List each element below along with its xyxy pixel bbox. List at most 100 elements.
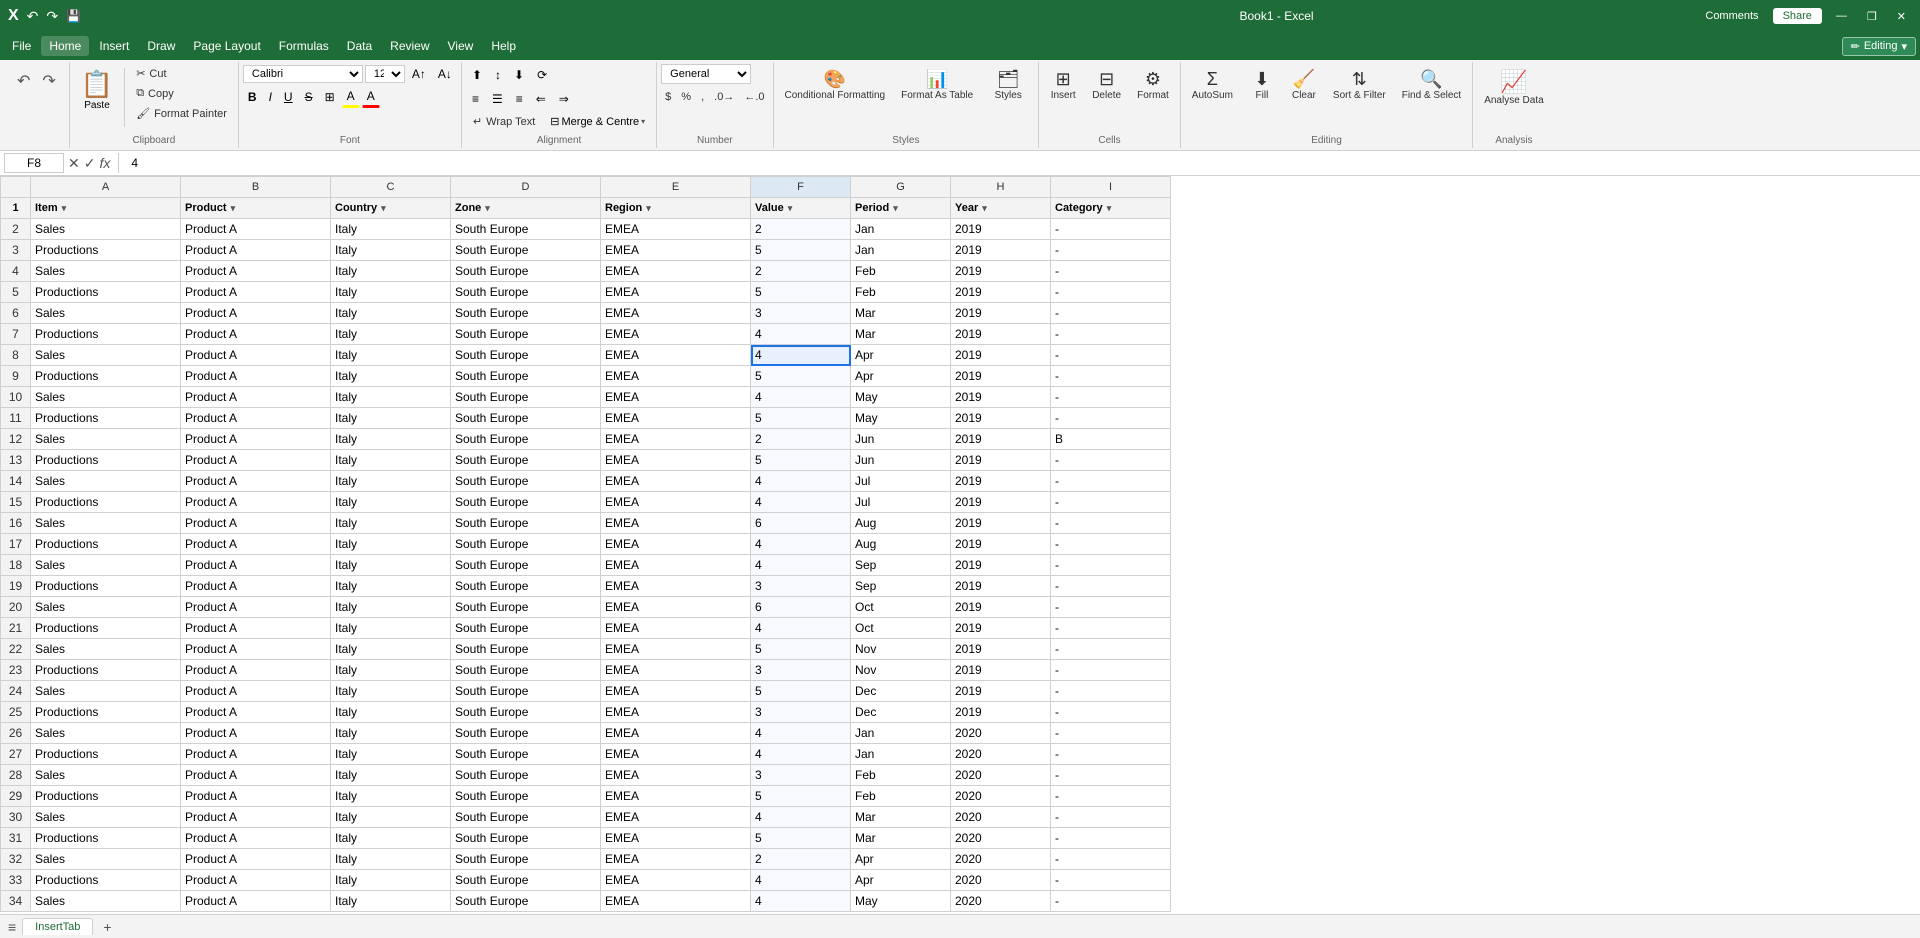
category-cell[interactable]: - [1051,261,1171,282]
zone-cell[interactable]: South Europe [451,555,601,576]
period-cell[interactable]: Dec [851,702,951,723]
year-cell[interactable]: 2020 [951,849,1051,870]
country-cell[interactable]: Italy [331,597,451,618]
product-cell[interactable]: Product A [181,828,331,849]
analyse-data-button[interactable]: 📈 Analyse Data [1477,64,1550,112]
product-cell[interactable]: Product A [181,408,331,429]
year-cell[interactable]: 2019 [951,240,1051,261]
country-cell[interactable]: Italy [331,429,451,450]
header-cell-product[interactable]: Product▾ [181,198,331,219]
country-cell[interactable]: Italy [331,765,451,786]
insert-cells-button[interactable]: ⊞ Insert [1043,64,1083,106]
value-cell[interactable]: 4 [751,891,851,912]
region-cell[interactable]: EMEA [601,555,751,576]
country-cell[interactable]: Italy [331,387,451,408]
zone-cell[interactable]: South Europe [451,849,601,870]
item-cell[interactable]: Sales [31,513,181,534]
country-cell[interactable]: Italy [331,513,451,534]
col-header-h[interactable]: H [951,177,1051,198]
copy-button[interactable]: ⧉ Copy [129,84,234,103]
zone-cell[interactable]: South Europe [451,723,601,744]
period-cell[interactable]: Dec [851,681,951,702]
item-cell[interactable]: Sales [31,765,181,786]
category-cell[interactable]: - [1051,891,1171,912]
period-cell[interactable]: Mar [851,303,951,324]
merge-center-button[interactable]: ⊟ Merge & Centre ▾ [543,112,652,131]
value-cell[interactable]: 4 [751,345,851,366]
category-cell[interactable]: - [1051,408,1171,429]
region-cell[interactable]: EMEA [601,513,751,534]
country-cell[interactable]: Italy [331,303,451,324]
value-cell[interactable]: 5 [751,786,851,807]
item-cell[interactable]: Sales [31,261,181,282]
category-cell[interactable]: - [1051,681,1171,702]
quick-access-redo[interactable]: ↷ [46,8,58,25]
category-cell[interactable]: - [1051,471,1171,492]
menu-review[interactable]: Review [382,36,437,56]
decimal-decrease-button[interactable]: ←.0 [740,88,768,106]
header-cell-period[interactable]: Period▾ [851,198,951,219]
category-cell[interactable]: - [1051,219,1171,240]
col-header-b[interactable]: B [181,177,331,198]
item-cell[interactable]: Productions [31,660,181,681]
period-cell[interactable]: Feb [851,786,951,807]
zone-cell[interactable]: South Europe [451,576,601,597]
year-cell[interactable]: 2019 [951,576,1051,597]
zone-cell[interactable]: South Europe [451,240,601,261]
category-cell[interactable]: B [1051,429,1171,450]
zone-cell[interactable]: South Europe [451,303,601,324]
header-cell-value[interactable]: Value▾ [751,198,851,219]
year-cell[interactable]: 2020 [951,786,1051,807]
region-cell[interactable]: EMEA [601,492,751,513]
region-cell[interactable]: EMEA [601,660,751,681]
add-sheet-button[interactable]: + [95,917,119,937]
zone-cell[interactable]: South Europe [451,429,601,450]
category-cell[interactable]: - [1051,723,1171,744]
country-cell[interactable]: Italy [331,219,451,240]
col-header-a[interactable]: A [31,177,181,198]
year-cell[interactable]: 2019 [951,639,1051,660]
period-cell[interactable]: Oct [851,618,951,639]
menu-file[interactable]: File [4,36,39,56]
item-cell[interactable]: Sales [31,639,181,660]
period-cell[interactable]: Feb [851,261,951,282]
top-align-button[interactable]: ⬆ [466,64,488,86]
zone-cell[interactable]: South Europe [451,618,601,639]
year-cell[interactable]: 2020 [951,870,1051,891]
period-cell[interactable]: Oct [851,597,951,618]
country-cell[interactable]: Italy [331,534,451,555]
product-cell[interactable]: Product A [181,324,331,345]
italic-button[interactable]: I [264,87,277,107]
value-cell[interactable]: 5 [751,240,851,261]
category-cell[interactable]: - [1051,849,1171,870]
year-cell[interactable]: 2019 [951,387,1051,408]
cell-reference-input[interactable] [4,153,64,173]
product-cell[interactable]: Product A [181,744,331,765]
value-cell[interactable]: 4 [751,870,851,891]
header-cell-zone[interactable]: Zone▾ [451,198,601,219]
value-cell[interactable]: 3 [751,702,851,723]
value-cell[interactable]: 4 [751,471,851,492]
number-format-select[interactable]: General [661,64,751,84]
year-cell[interactable]: 2019 [951,492,1051,513]
conditional-formatting-button[interactable]: 🎨 Conditional Formatting [778,64,893,107]
product-cell[interactable]: Product A [181,387,331,408]
value-cell[interactable]: 5 [751,450,851,471]
value-cell[interactable]: 4 [751,492,851,513]
item-cell[interactable]: Productions [31,870,181,891]
product-cell[interactable]: Product A [181,345,331,366]
item-cell[interactable]: Sales [31,723,181,744]
percent-button[interactable]: % [677,88,695,106]
year-cell[interactable]: 2019 [951,366,1051,387]
value-cell[interactable]: 5 [751,681,851,702]
year-cell[interactable]: 2019 [951,597,1051,618]
header-cell-category[interactable]: Category▾ [1051,198,1171,219]
year-cell[interactable]: 2019 [951,303,1051,324]
item-cell[interactable]: Sales [31,219,181,240]
period-cell[interactable]: Nov [851,660,951,681]
item-cell[interactable]: Productions [31,492,181,513]
font-increase-btn[interactable]: A↑ [407,64,431,84]
paste-button[interactable]: 📋 Paste [74,64,120,116]
zone-cell[interactable]: South Europe [451,408,601,429]
year-cell[interactable]: 2019 [951,534,1051,555]
